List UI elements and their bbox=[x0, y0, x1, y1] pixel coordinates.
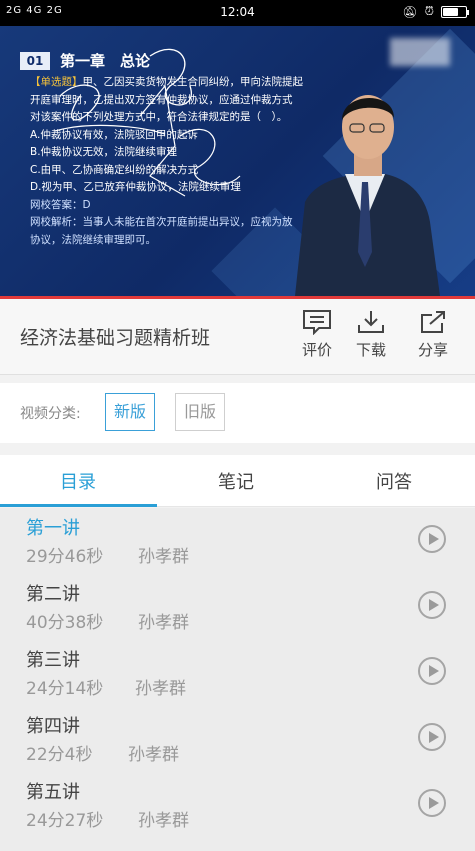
lecture-teacher: 孙孝群 bbox=[138, 613, 189, 633]
category-old[interactable]: 旧版 bbox=[175, 393, 225, 431]
lecture-duration: 40分38秒 bbox=[26, 613, 104, 633]
video-category: 视频分类: 新版 旧版 bbox=[0, 383, 475, 443]
play-icon[interactable] bbox=[418, 789, 446, 817]
lecture-list: 第一讲 29分46秒 孙孝群 第二讲 40分38秒 孙孝群 第三讲 24分14秒… bbox=[0, 508, 475, 851]
list-item[interactable]: 第二讲 40分38秒 孙孝群 bbox=[0, 574, 475, 640]
lecture-title: 第一讲 bbox=[26, 518, 80, 539]
lecture-teacher: 孙孝群 bbox=[138, 811, 189, 831]
active-tab-indicator bbox=[0, 504, 157, 507]
tab-catalog[interactable]: 目录 bbox=[38, 468, 118, 494]
share-button[interactable]: 分享 bbox=[410, 309, 456, 360]
mute-bell-icon: 🔕︎ bbox=[402, 4, 418, 19]
status-bar: 2G 4G 2G 12:04 🔕︎ ⏰︎ bbox=[0, 0, 475, 26]
review-button[interactable]: 评价 bbox=[294, 309, 340, 360]
review-label: 评价 bbox=[301, 341, 332, 359]
lecture-title: 第三讲 bbox=[26, 650, 80, 671]
alarm-clock-icon: ⏰︎ bbox=[424, 4, 434, 18]
play-icon[interactable] bbox=[418, 723, 446, 751]
lecture-title: 第五讲 bbox=[26, 782, 80, 803]
lecture-teacher: 孙孝群 bbox=[135, 679, 186, 699]
lecture-title: 第二讲 bbox=[26, 584, 80, 605]
comment-icon bbox=[303, 310, 331, 335]
lecture-teacher: 孙孝群 bbox=[128, 745, 179, 765]
lecture-title: 第四讲 bbox=[26, 716, 80, 737]
play-icon[interactable] bbox=[418, 591, 446, 619]
list-item[interactable]: 第三讲 24分14秒 孙孝群 bbox=[0, 640, 475, 706]
lecture-duration: 29分46秒 bbox=[26, 547, 104, 567]
lecture-duration: 22分4秒 bbox=[26, 745, 93, 765]
share-icon bbox=[421, 311, 445, 333]
video-player[interactable]: 01 第一章 总论 【单选题】甲、乙因买卖货物发生合同纠纷，甲向法院提起 开庭审… bbox=[0, 26, 475, 296]
list-item[interactable]: 第四讲 22分4秒 孙孝群 bbox=[0, 706, 475, 772]
list-item[interactable]: 第一讲 29分46秒 孙孝群 bbox=[0, 508, 475, 574]
course-title: 经济法基础习题精析班 bbox=[20, 327, 211, 349]
content-tabs: 目录 笔记 问答 bbox=[0, 455, 475, 507]
download-icon bbox=[358, 311, 384, 333]
status-icons: 🔕︎ ⏰︎ bbox=[402, 4, 469, 19]
list-item[interactable]: 第五讲 24分27秒 孙孝群 bbox=[0, 772, 475, 838]
play-icon[interactable] bbox=[418, 657, 446, 685]
download-button[interactable]: 下载 bbox=[348, 309, 394, 360]
download-label: 下载 bbox=[355, 341, 386, 359]
instructor-figure bbox=[295, 95, 440, 296]
lecture-duration: 24分14秒 bbox=[26, 679, 104, 699]
tab-notes[interactable]: 笔记 bbox=[196, 468, 276, 494]
category-label: 视频分类: bbox=[20, 406, 81, 422]
lecture-teacher: 孙孝群 bbox=[138, 547, 189, 567]
tab-qa[interactable]: 问答 bbox=[354, 468, 434, 494]
lecture-duration: 24分27秒 bbox=[26, 811, 104, 831]
share-label: 分享 bbox=[417, 341, 448, 359]
category-new[interactable]: 新版 bbox=[105, 393, 155, 431]
play-icon[interactable] bbox=[418, 525, 446, 553]
battery-icon bbox=[441, 5, 469, 18]
course-header: 经济法基础习题精析班 评价 下载 分享 bbox=[0, 299, 475, 375]
